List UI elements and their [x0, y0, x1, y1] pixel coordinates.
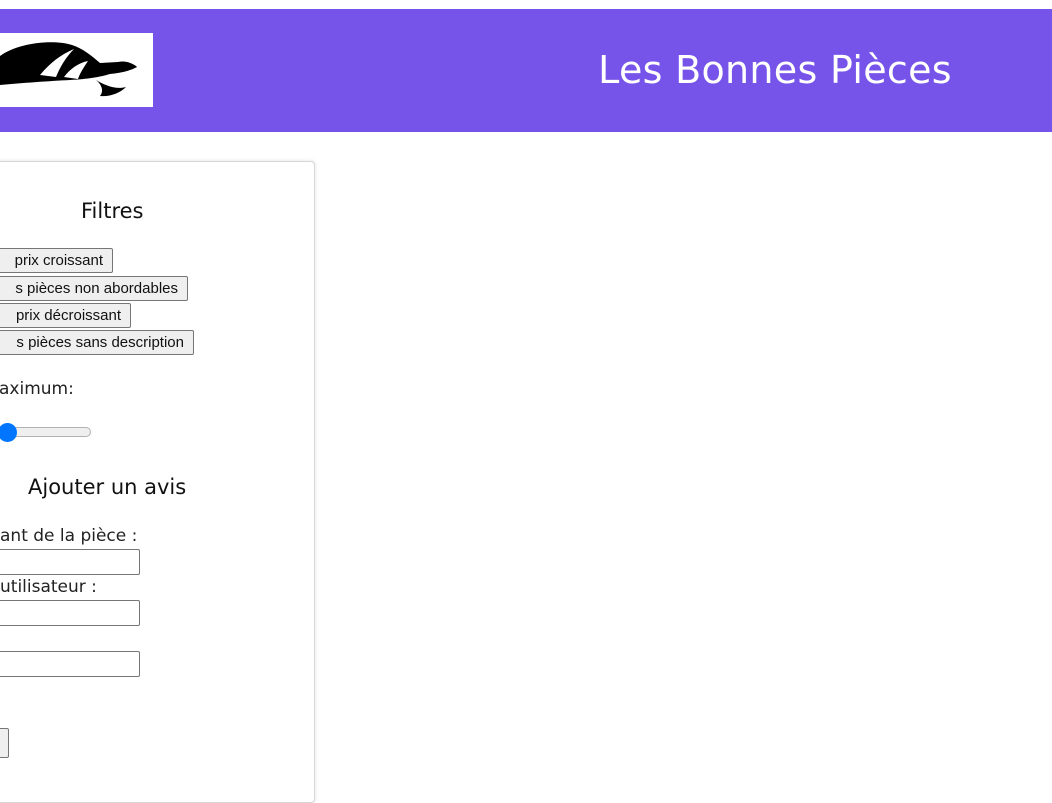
- user-input[interactable]: [0, 600, 140, 626]
- max-price-label: aximum:: [0, 379, 74, 399]
- sort-price-ascending-button[interactable]: prix croissant: [0, 248, 113, 273]
- submit-review-button[interactable]: [0, 728, 9, 758]
- car-logo-icon[interactable]: [0, 33, 153, 107]
- site-header: Les Bonnes Pièces: [0, 9, 1052, 132]
- price-slider-thumb[interactable]: [0, 423, 17, 442]
- filter-unaffordable-button[interactable]: s pièces non abordables: [0, 276, 188, 301]
- add-review-heading: Ajouter un avis: [28, 475, 187, 499]
- site-title: Les Bonnes Pièces: [598, 48, 952, 92]
- comment-input[interactable]: [0, 651, 140, 677]
- piece-id-input[interactable]: [0, 549, 140, 575]
- filter-no-description-button[interactable]: s pièces sans description: [0, 330, 194, 355]
- sort-price-descending-button[interactable]: prix décroissant: [0, 303, 131, 328]
- piece-id-label: ant de la pièce :: [0, 526, 138, 546]
- user-label: utilisateur :: [0, 577, 97, 597]
- filters-heading: Filtres: [81, 199, 144, 223]
